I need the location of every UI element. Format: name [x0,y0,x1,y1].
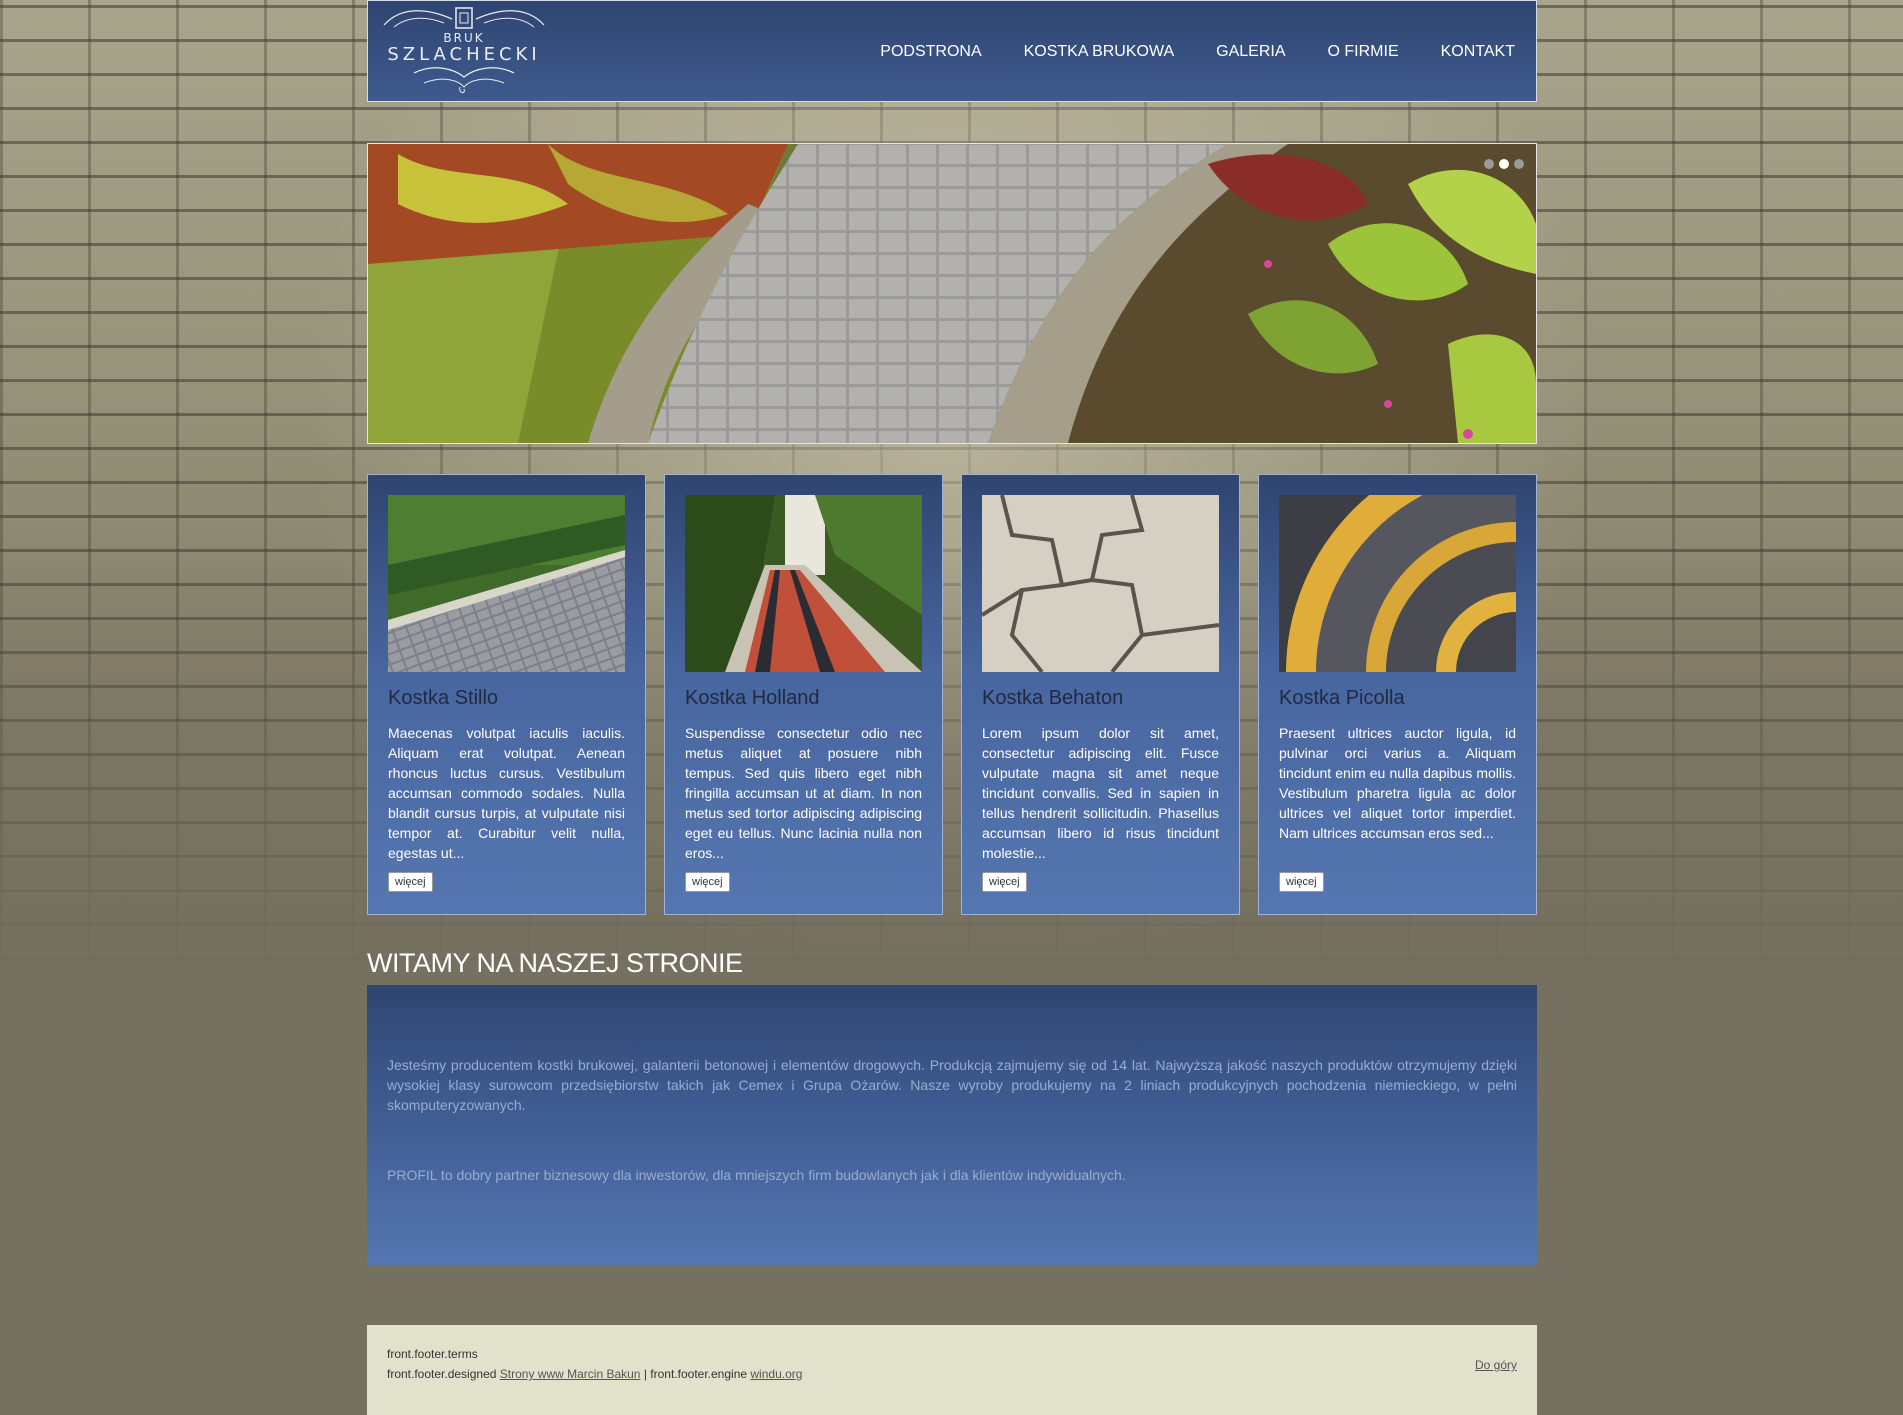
more-button[interactable]: więcej [1279,872,1324,892]
footer-designed-label: front.footer.designed [387,1367,497,1381]
hero-slider[interactable] [367,143,1537,444]
stillo-photo [388,495,625,672]
behaton-photo [982,495,1219,672]
nav-item-kontakt[interactable]: KONTAKT [1420,43,1536,61]
slider-dot-3[interactable] [1514,159,1524,169]
welcome-paragraph-1: Jesteśmy producentem kostki brukowej, ga… [387,1057,1517,1113]
main-nav: PODSTRONA KOSTKA BRUKOWA GALERIA O FIRMI… [859,1,1536,103]
footer-separator: | [643,1367,647,1381]
slider-dots [1484,159,1524,169]
back-to-top-link[interactable]: Do góry [1475,1358,1517,1372]
designer-link[interactable]: Strony www Marcin Bakun [500,1367,641,1381]
site-logo[interactable]: BRUK SZLACHECKI [374,3,554,97]
card-image-picolla[interactable] [1279,495,1516,672]
nav-item-o-firmie[interactable]: O FIRMIE [1307,43,1420,61]
welcome-heading: WITAMY NA NASZEJ STRONIE [367,948,743,978]
product-card-picolla: Kostka Picolla Praesent ultrices auctor … [1258,474,1537,915]
holland-photo [685,495,922,672]
picolla-photo [1279,495,1516,672]
card-image-stillo[interactable] [388,495,625,672]
site-header: BRUK SZLACHECKI PODSTRONA KOSTKA BRUKOWA… [367,0,1537,102]
product-card-behaton: Kostka Behaton Lorem ipsum dolor sit ame… [961,474,1240,915]
card-image-behaton[interactable] [982,495,1219,672]
card-image-holland[interactable] [685,495,922,672]
slider-dot-2[interactable] [1499,159,1509,169]
nav-item-galeria[interactable]: GALERIA [1195,43,1306,61]
card-text: Maecenas volutpat iaculis iaculis. Aliqu… [388,725,625,861]
more-button[interactable]: więcej [685,872,730,892]
logo-text-szlachecki: SZLACHECKI [387,44,541,65]
card-title: Kostka Picolla [1279,687,1405,709]
card-text: Praesent ultrices auctor ligula, id pulv… [1279,725,1516,841]
card-text: Lorem ipsum dolor sit amet, consectetur … [982,725,1219,861]
card-title: Kostka Stillo [388,687,499,709]
more-button[interactable]: więcej [388,872,433,892]
card-title: Kostka Holland [685,687,820,709]
card-title: Kostka Behaton [982,687,1124,709]
nav-item-podstrona[interactable]: PODSTRONA [859,43,1002,61]
slider-dot-1[interactable] [1484,159,1494,169]
slide-image [368,144,1536,443]
more-button[interactable]: więcej [982,872,1027,892]
welcome-paragraph-2: PROFIL to dobry partner biznesowy dla in… [387,1167,1126,1183]
footer-terms[interactable]: front.footer.terms [387,1347,478,1361]
footer-credits: front.footer.designed Strony www Marcin … [387,1367,802,1381]
engine-link[interactable]: windu.org [750,1367,802,1381]
product-card-holland: Kostka Holland Suspendisse consectetur o… [664,474,943,915]
product-card-stillo: Kostka Stillo Maecenas volutpat iaculis … [367,474,646,915]
nav-item-kostka-brukowa[interactable]: KOSTKA BRUKOWA [1003,43,1196,61]
card-text: Suspendisse consectetur odio nec metus a… [685,725,922,861]
welcome-section: Jesteśmy producentem kostki brukowej, ga… [367,985,1537,1265]
site-footer: front.footer.terms front.footer.designed… [367,1325,1537,1415]
logo-text-bruk: BRUK [443,31,485,45]
footer-engine-label: front.footer.engine [650,1367,748,1381]
